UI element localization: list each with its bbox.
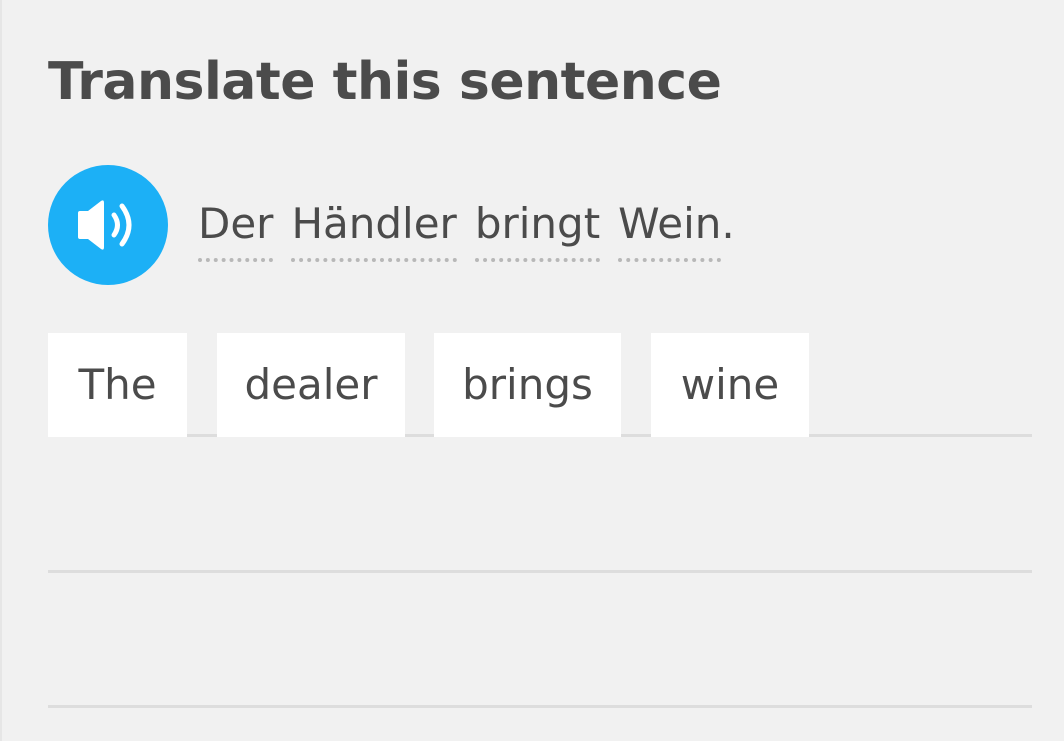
sentence-word[interactable]: Wein [618, 196, 722, 262]
source-sentence: Der Händler bringt Wein. [198, 196, 735, 266]
answer-area[interactable]: The dealer brings wine [48, 333, 1032, 713]
word-tile[interactable]: brings [434, 333, 621, 437]
answer-line [48, 570, 1032, 573]
answer-line [48, 705, 1032, 708]
word-tile[interactable]: wine [651, 333, 809, 437]
play-audio-button[interactable] [48, 165, 168, 285]
sentence-word[interactable]: bringt [474, 196, 601, 262]
sentence-punctuation: . [721, 199, 735, 248]
sentence-word[interactable]: Händler [291, 196, 457, 262]
page-title: Translate this sentence [48, 52, 722, 112]
word-tile[interactable]: The [48, 333, 187, 437]
word-tile[interactable]: dealer [217, 333, 405, 437]
sentence-word[interactable]: Der [198, 196, 274, 262]
panel-edge [0, 0, 2, 741]
speaker-icon [78, 200, 132, 250]
